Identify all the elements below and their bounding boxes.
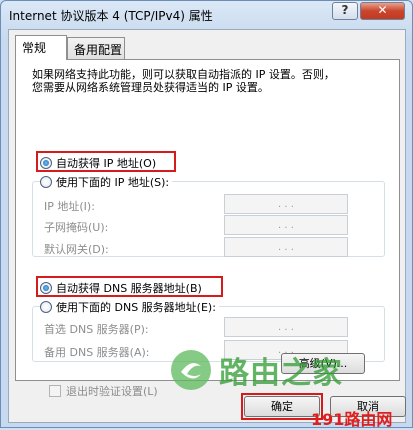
window-title: Internet 协议版本 4 (TCP/IPv4) 属性 <box>9 9 213 23</box>
dialog-client-area: 常规 备用配置 如果网络支持此功能，则可以获取自动指派的 IP 设置。否则， 您… <box>8 29 406 423</box>
router-logo-icon <box>171 350 211 390</box>
close-button[interactable]: ✕ <box>360 2 405 20</box>
tab-alternate-config[interactable]: 备用配置 <box>67 37 125 59</box>
default-gateway-label: 默认网关(D): <box>44 243 109 256</box>
radio-label: 使用下面的 IP 地址(S): <box>56 176 170 189</box>
subnet-mask-label: 子网掩码(U): <box>44 221 109 234</box>
radio-label: 自动获得 DNS 服务器地址(B) <box>56 282 202 295</box>
description-line-2: 您需要从网络系统管理员处获得适当的 IP 设置。 <box>32 81 269 94</box>
title-bar[interactable]: Internet 协议版本 4 (TCP/IPv4) 属性 ? ✕ <box>1 1 412 29</box>
checkbox-label: 退出时验证设置(L) <box>66 385 158 398</box>
general-panel: 如果网络支持此功能，则可以获取自动指派的 IP 设置。否则， 您需要从网络系统管… <box>15 59 400 398</box>
radio-label: 使用下面的 DNS 服务器地址(E): <box>56 301 216 314</box>
radio-label: 自动获得 IP 地址(O) <box>56 157 157 170</box>
radio-button-checked[interactable] <box>40 282 52 294</box>
ip-address-input[interactable]: . . . <box>224 194 348 214</box>
watermark-logo: 路由之家 <box>169 348 343 392</box>
ip-address-label: IP 地址(I): <box>44 200 95 213</box>
radio-button[interactable] <box>40 301 52 313</box>
radio-button[interactable] <box>40 176 52 188</box>
help-button[interactable]: ? <box>332 2 358 20</box>
watermark-logo-text: 路由之家 <box>219 356 343 391</box>
checkbox-box[interactable] <box>49 385 61 397</box>
description-line-1: 如果网络支持此功能，则可以获取自动指派的 IP 设置。否则， <box>32 68 335 81</box>
alternate-dns-label: 备用 DNS 服务器(A): <box>44 346 150 359</box>
brand-watermark: 191路由网 <box>311 410 393 429</box>
validate-on-exit-checkbox[interactable]: 退出时验证设置(L) <box>49 383 158 399</box>
radio-obtain-ip-auto[interactable]: 自动获得 IP 地址(O) <box>40 155 156 171</box>
radio-use-following-ip[interactable]: 使用下面的 IP 地址(S): <box>40 174 173 190</box>
description-text: 如果网络支持此功能，则可以获取自动指派的 IP 设置。否则， 您需要从网络系统管… <box>32 68 387 94</box>
radio-button-checked[interactable] <box>40 157 52 169</box>
subnet-mask-input[interactable]: . . . <box>224 215 348 235</box>
dialog-window: Internet 协议版本 4 (TCP/IPv4) 属性 ? ✕ 常规 备用配… <box>0 0 413 429</box>
radio-use-following-dns[interactable]: 使用下面的 DNS 服务器地址(E): <box>40 299 219 315</box>
preferred-dns-input[interactable]: . . . <box>224 317 348 337</box>
preferred-dns-label: 首选 DNS 服务器(P): <box>44 323 149 336</box>
radio-obtain-dns-auto[interactable]: 自动获得 DNS 服务器地址(B) <box>40 280 202 296</box>
tab-general[interactable]: 常规 <box>15 35 67 60</box>
default-gateway-input[interactable]: . . . <box>224 237 348 257</box>
